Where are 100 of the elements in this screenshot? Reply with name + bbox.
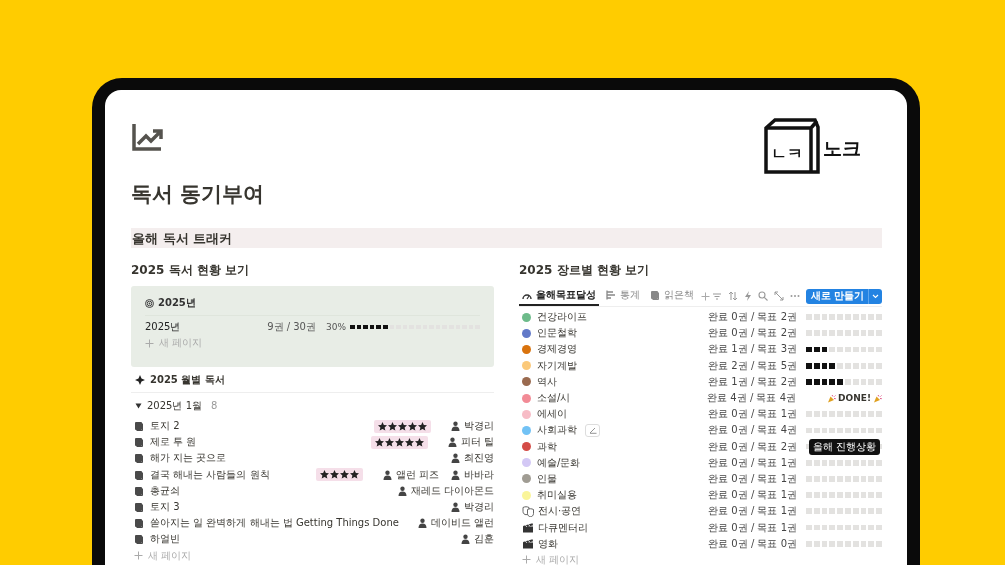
count-text: 8 [211, 400, 218, 411]
progress-text: 완료 0권 / 목표 1권 [708, 488, 797, 503]
person-icon [417, 518, 427, 529]
tooltip: 올해 진행상황 [808, 438, 880, 455]
progress-text: 완료 1권 / 목표 3권 [708, 342, 797, 357]
genre-name[interactable]: 예술/문화 [537, 455, 581, 470]
book-icon [650, 290, 660, 300]
view-title[interactable]: 2025년 [158, 296, 196, 310]
genre-name[interactable]: 사회과학 [537, 423, 577, 438]
person-icon [451, 469, 460, 480]
book-title[interactable]: 총균쇠 [150, 483, 386, 498]
page-title: 독서 동기부여 [131, 181, 266, 208]
progress-text: 완료 0권 / 목표 2권 [708, 326, 797, 341]
star-icon [388, 421, 397, 431]
progress-text: 완료 0권 / 목표 2권 [708, 310, 797, 325]
progress-text: 완료 0권 / 목표 1권 [708, 520, 797, 535]
count-text: 9권 / 30권 [267, 320, 316, 334]
star-icon [384, 437, 394, 447]
genre-name[interactable]: 과학 [537, 439, 557, 454]
group-title[interactable]: 2025년 1월 [147, 398, 202, 413]
expand-icon[interactable] [773, 291, 784, 301]
done-label: DONE! [805, 393, 882, 404]
progress-text: 완료 0권 / 목표 1권 [708, 455, 797, 470]
genre-name[interactable]: 역사 [537, 374, 557, 389]
view-tab[interactable]: 읽은책 [647, 286, 697, 306]
view-title[interactable]: 2025 월별 독서 [150, 372, 225, 387]
toggle-icon[interactable] [135, 402, 142, 409]
person-icon [451, 421, 460, 432]
person-icon [447, 437, 457, 448]
star-icon [319, 470, 329, 480]
book-icon [134, 485, 144, 496]
progress-text: 완료 2권 / 목표 5권 [708, 358, 797, 373]
star-icon [349, 470, 359, 480]
progress-text: 완료 4권 / 목표 4권 [707, 391, 796, 406]
book-icon [134, 437, 144, 448]
book-icon [134, 469, 144, 480]
pencil-icon [588, 426, 597, 435]
edit-button[interactable] [585, 423, 600, 437]
target-icon [145, 298, 154, 308]
star-icon [339, 470, 349, 480]
genre-name[interactable]: 다큐멘터리 [538, 520, 588, 535]
book-icon [134, 502, 144, 513]
masks-icon [522, 505, 534, 517]
genre-name[interactable]: 에세이 [537, 407, 567, 422]
plus-icon [134, 551, 143, 560]
search-icon[interactable] [757, 291, 768, 301]
book-title[interactable]: 제로 투 원 [150, 435, 365, 450]
author-name: 최진영 [464, 451, 494, 466]
genre-name[interactable]: 건강라이프 [537, 310, 587, 325]
genre-name[interactable]: 영화 [538, 536, 558, 551]
more-icon[interactable] [789, 294, 800, 298]
person-icon [382, 469, 392, 480]
genre-name[interactable]: 전시·공연 [538, 504, 582, 519]
lightning-icon[interactable] [743, 291, 752, 301]
genre-name[interactable]: 경제경영 [537, 342, 577, 357]
book-title[interactable]: 하얼빈 [150, 532, 449, 547]
progress-text: 완료 0권 / 목표 1권 [708, 471, 797, 486]
book-title[interactable]: 토지 2 [150, 419, 368, 434]
star-icon [394, 437, 404, 447]
add-view-icon[interactable] [701, 291, 710, 301]
book-title[interactable]: 해가 지는 곳으로 [150, 451, 439, 466]
progress-text: 완료 0권 / 목표 1권 [708, 504, 797, 519]
progress-text: 완료 0권 / 목표 0권 [708, 536, 797, 551]
book-title[interactable]: 쏟아지는 일 완벽하게 해내는 법 Getting Things Done [150, 516, 406, 531]
progress-text: 완료 1권 / 목표 2권 [708, 374, 797, 389]
party-popper-icon [873, 393, 882, 403]
view-tab[interactable]: 통계 [603, 286, 643, 306]
caret-icon [872, 293, 879, 299]
author-name: 앨런 피즈 [395, 467, 439, 482]
progress-text: 완료 0권 / 목표 4권 [708, 423, 797, 438]
genre-name[interactable]: 인물 [537, 471, 557, 486]
book-icon [134, 453, 144, 464]
progress-text: 완료 0권 / 목표 1권 [708, 407, 797, 422]
percent-text: 30% [326, 322, 346, 332]
star-icon [329, 470, 339, 480]
genre-name[interactable]: 인문철학 [537, 326, 577, 341]
star-icon [398, 421, 407, 431]
new-button[interactable]: 새로 만들기 [805, 288, 882, 304]
section-banner: 올해 독서 트래커 [131, 228, 882, 248]
clapperboard-icon [522, 538, 534, 550]
filter-icon[interactable] [711, 291, 722, 301]
sort-icon[interactable] [727, 291, 738, 301]
plus-icon [145, 338, 154, 348]
book-title[interactable]: 토지 3 [150, 500, 439, 515]
book-title[interactable]: 결국 해내는 사람들의 원칙 [150, 467, 310, 482]
genre-name[interactable]: 취미실용 [537, 488, 577, 503]
star-icon [404, 437, 414, 447]
star-icon [408, 421, 417, 431]
sparkle-icon [135, 374, 145, 385]
section-heading: 2025 독서 현황 보기 [131, 262, 250, 279]
row-title[interactable]: 2025년 [145, 320, 268, 334]
author-name: 박경리 [464, 419, 494, 434]
plus-icon [522, 555, 531, 565]
view-tab[interactable]: 올해목표달성 [519, 286, 599, 306]
genre-name[interactable]: 자기계발 [537, 358, 577, 373]
person-icon [451, 453, 460, 464]
genre-name[interactable]: 소설/시 [537, 391, 571, 406]
author-name: 피터 틸 [460, 435, 494, 450]
star-icon [414, 437, 424, 447]
author-name: 김훈 [474, 532, 494, 547]
